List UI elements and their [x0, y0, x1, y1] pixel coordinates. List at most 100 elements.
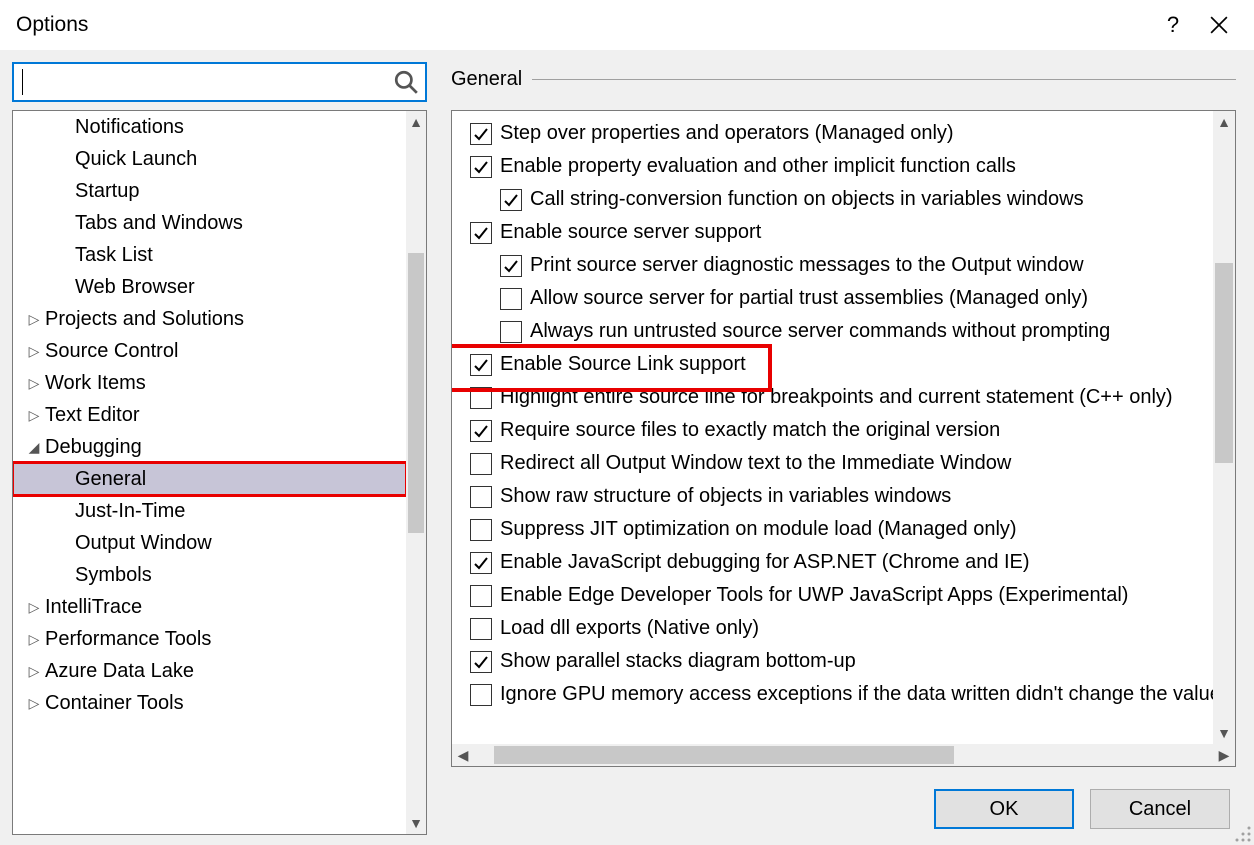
option-row: Enable Source Link support — [452, 348, 1213, 381]
option-label[interactable]: Require source files to exactly match th… — [500, 419, 1000, 442]
option-label[interactable]: Suppress JIT optimization on module load… — [500, 518, 1017, 541]
option-checkbox[interactable] — [470, 123, 492, 145]
tree-item[interactable]: Web Browser — [13, 271, 406, 303]
option-label[interactable]: Call string-conversion function on objec… — [530, 188, 1084, 211]
scroll-track[interactable] — [1213, 133, 1235, 722]
option-checkbox[interactable] — [470, 222, 492, 244]
chevron-down-icon[interactable]: ◢ — [27, 439, 41, 456]
scroll-thumb[interactable] — [408, 253, 424, 533]
option-row: Redirect all Output Window text to the I… — [452, 447, 1213, 480]
resize-grip-icon[interactable] — [1234, 825, 1252, 843]
tree-item[interactable]: Output Window — [13, 527, 406, 559]
option-checkbox[interactable] — [470, 387, 492, 409]
option-label[interactable]: Always run untrusted source server comma… — [530, 320, 1110, 343]
option-checkbox[interactable] — [470, 684, 492, 706]
option-checkbox[interactable] — [500, 255, 522, 277]
option-label[interactable]: Enable Source Link support — [500, 353, 746, 376]
chevron-right-icon[interactable]: ▷ — [27, 631, 41, 648]
scroll-track[interactable] — [406, 133, 426, 812]
tree-item-label: Just-In-Time — [75, 500, 185, 523]
tree-item[interactable]: ◢Debugging — [13, 431, 406, 463]
chevron-right-icon[interactable]: ▷ — [27, 343, 41, 360]
tree-item[interactable]: Startup — [13, 175, 406, 207]
tree-item[interactable]: Quick Launch — [13, 143, 406, 175]
scroll-thumb[interactable] — [494, 746, 954, 764]
option-label[interactable]: Load dll exports (Native only) — [500, 617, 759, 640]
options-horizontal-scrollbar[interactable]: ◀ ▶ — [452, 744, 1235, 766]
options-search[interactable] — [12, 62, 427, 102]
tree-item[interactable]: ▷Performance Tools — [13, 623, 406, 655]
chevron-right-icon[interactable]: ▷ — [27, 375, 41, 392]
search-input[interactable] — [23, 70, 393, 95]
tree-item[interactable]: ▷Projects and Solutions — [13, 303, 406, 335]
tree-item[interactable]: Just-In-Time — [13, 495, 406, 527]
scroll-track[interactable] — [474, 744, 1213, 766]
tree-item-label: Text Editor — [45, 404, 139, 427]
section-header: General — [451, 64, 1236, 94]
tree-item-label: IntelliTrace — [45, 596, 142, 619]
option-checkbox[interactable] — [470, 618, 492, 640]
option-checkbox[interactable] — [470, 453, 492, 475]
option-label[interactable]: Redirect all Output Window text to the I… — [500, 452, 1011, 475]
scroll-up-icon[interactable]: ▲ — [1213, 111, 1235, 133]
tree-item[interactable]: Symbols — [13, 559, 406, 591]
option-checkbox[interactable] — [470, 519, 492, 541]
section-divider — [532, 79, 1236, 80]
tree-item[interactable]: ▷Work Items — [13, 367, 406, 399]
option-row: Show parallel stacks diagram bottom-up — [452, 645, 1213, 678]
tree-item[interactable]: ▷Azure Data Lake — [13, 655, 406, 687]
tree-vertical-scrollbar[interactable]: ▲ ▼ — [406, 111, 426, 834]
tree-item[interactable]: ▷Text Editor — [13, 399, 406, 431]
option-row: Enable source server support — [452, 216, 1213, 249]
chevron-right-icon[interactable]: ▷ — [27, 663, 41, 680]
option-row: Suppress JIT optimization on module load… — [452, 513, 1213, 546]
scroll-up-icon[interactable]: ▲ — [406, 111, 426, 133]
scroll-down-icon[interactable]: ▼ — [406, 812, 426, 834]
help-button[interactable]: ? — [1150, 5, 1196, 45]
tree-item-label: Symbols — [75, 564, 152, 587]
ok-button[interactable]: OK — [934, 789, 1074, 829]
option-label[interactable]: Print source server diagnostic messages … — [530, 254, 1084, 277]
scroll-thumb[interactable] — [1215, 263, 1233, 463]
option-checkbox[interactable] — [470, 420, 492, 442]
option-checkbox[interactable] — [500, 288, 522, 310]
tree-item[interactable]: ▷Source Control — [13, 335, 406, 367]
close-icon — [1210, 16, 1228, 34]
option-label[interactable]: Enable source server support — [500, 221, 761, 244]
option-checkbox[interactable] — [500, 321, 522, 343]
tree-item[interactable]: Tabs and Windows — [13, 207, 406, 239]
option-label[interactable]: Enable JavaScript debugging for ASP.NET … — [500, 551, 1030, 574]
cancel-button[interactable]: Cancel — [1090, 789, 1230, 829]
option-checkbox[interactable] — [500, 189, 522, 211]
option-label[interactable]: Highlight entire source line for breakpo… — [500, 386, 1173, 409]
options-vertical-scrollbar[interactable]: ▲ ▼ — [1213, 111, 1235, 744]
option-label[interactable]: Step over properties and operators (Mana… — [500, 122, 954, 145]
option-label[interactable]: Ignore GPU memory access exceptions if t… — [500, 683, 1213, 706]
scroll-down-icon[interactable]: ▼ — [1213, 722, 1235, 744]
tree-item[interactable]: ▷Container Tools — [13, 687, 406, 719]
close-button[interactable] — [1196, 5, 1242, 45]
option-label[interactable]: Show raw structure of objects in variabl… — [500, 485, 951, 508]
chevron-right-icon[interactable]: ▷ — [27, 695, 41, 712]
scroll-left-icon[interactable]: ◀ — [452, 744, 474, 766]
option-checkbox[interactable] — [470, 552, 492, 574]
chevron-right-icon[interactable]: ▷ — [27, 311, 41, 328]
option-label[interactable]: Enable property evaluation and other imp… — [500, 155, 1016, 178]
tree-item[interactable]: Task List — [13, 239, 406, 271]
chevron-right-icon[interactable]: ▷ — [27, 599, 41, 616]
option-checkbox[interactable] — [470, 486, 492, 508]
option-label[interactable]: Allow source server for partial trust as… — [530, 287, 1088, 310]
option-checkbox[interactable] — [470, 585, 492, 607]
tree-item[interactable]: General — [13, 463, 406, 495]
option-row: Enable Edge Developer Tools for UWP Java… — [452, 579, 1213, 612]
option-label[interactable]: Show parallel stacks diagram bottom-up — [500, 650, 856, 673]
chevron-right-icon[interactable]: ▷ — [27, 407, 41, 424]
scroll-right-icon[interactable]: ▶ — [1213, 744, 1235, 766]
option-label[interactable]: Enable Edge Developer Tools for UWP Java… — [500, 584, 1128, 607]
tree-item[interactable]: Notifications — [13, 111, 406, 143]
category-tree[interactable]: NotificationsQuick LaunchStartupTabs and… — [12, 110, 427, 835]
option-checkbox[interactable] — [470, 354, 492, 376]
option-checkbox[interactable] — [470, 156, 492, 178]
option-checkbox[interactable] — [470, 651, 492, 673]
tree-item[interactable]: ▷IntelliTrace — [13, 591, 406, 623]
